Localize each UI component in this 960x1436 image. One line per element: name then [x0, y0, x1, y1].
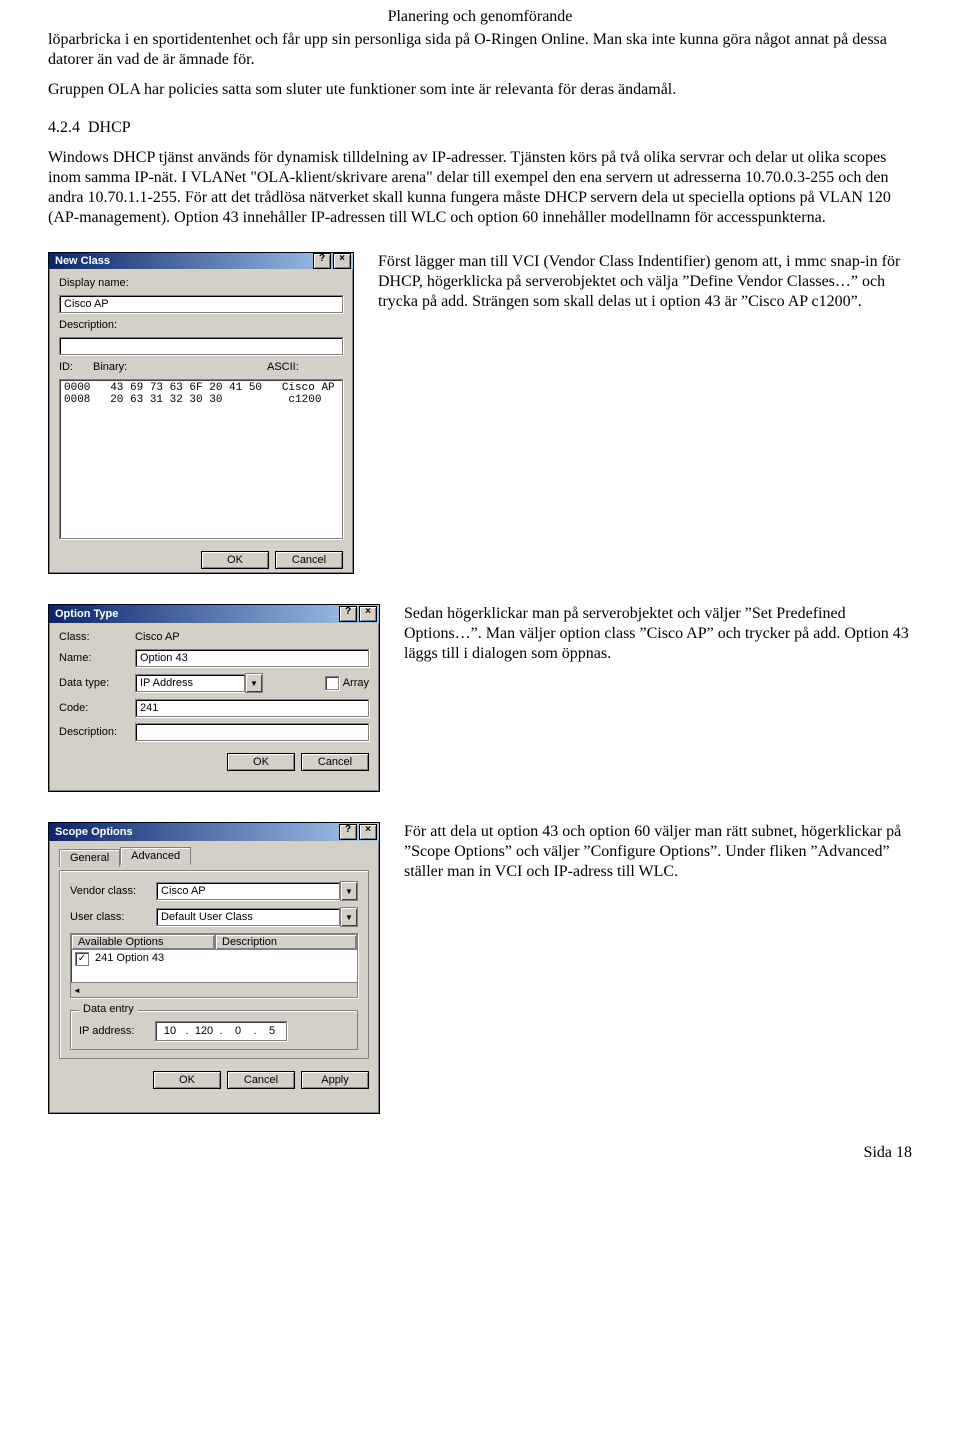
ok-button[interactable]: OK [227, 753, 295, 771]
dialog-title: Option Type [55, 608, 118, 620]
titlebar[interactable]: Scope Options ? × [49, 823, 379, 841]
tabs: General Advanced [59, 847, 369, 865]
data-entry-group: Data entry IP address: 10. 120. 0. 5 [70, 1010, 358, 1050]
dialog-option-type: Option Type ? × Class: Cisco AP Name: Op… [48, 604, 380, 792]
col-available[interactable]: Available Options [71, 934, 215, 950]
paragraph-3: Windows DHCP tjänst används för dynamisk… [48, 148, 912, 228]
datatype-select[interactable]: IP Address [135, 674, 245, 692]
caption-1: Först lägger man till VCI (Vendor Class … [378, 252, 912, 312]
caption-3: För att dela ut option 43 och option 60 … [404, 822, 912, 882]
cancel-button[interactable]: Cancel [227, 1071, 295, 1089]
tab-advanced[interactable]: Advanced [120, 847, 191, 865]
display-name-input[interactable]: Cisco AP [59, 295, 343, 313]
description-label: Description: [59, 319, 343, 331]
close-button[interactable]: × [333, 253, 351, 269]
ip-octet-4[interactable]: 5 [258, 1025, 286, 1037]
code-label: Code: [59, 702, 129, 714]
paragraph-1: löparbricka i en sportidentenhet och får… [48, 30, 912, 70]
code-input[interactable]: 241 [135, 699, 369, 717]
section-title: DHCP [88, 119, 131, 136]
description-label: Description: [59, 726, 129, 738]
help-button[interactable]: ? [339, 824, 357, 840]
vendor-class-select[interactable]: Cisco AP [156, 882, 340, 900]
binary-header: Binary: [93, 361, 267, 373]
ip-octet-1[interactable]: 10 [156, 1025, 184, 1037]
id-header: ID: [59, 361, 93, 373]
user-class-label: User class: [70, 911, 150, 923]
page-header: Planering och genomförande [48, 0, 912, 30]
user-class-select[interactable]: Default User Class [156, 908, 340, 926]
apply-button[interactable]: Apply [301, 1071, 369, 1089]
dialog-title: Scope Options [55, 826, 133, 838]
tab-panel-advanced: Vendor class: Cisco AP ▼ User class: Def… [59, 870, 369, 1059]
description-input[interactable] [135, 723, 369, 741]
class-value: Cisco AP [135, 631, 369, 643]
close-button[interactable]: × [359, 824, 377, 840]
name-label: Name: [59, 652, 129, 664]
cancel-button[interactable]: Cancel [275, 551, 343, 569]
name-input[interactable]: Option 43 [135, 649, 369, 667]
class-label: Class: [59, 631, 129, 643]
array-label: Array [343, 677, 369, 689]
ip-octet-2[interactable]: 120 [190, 1025, 218, 1037]
page-footer: Sida 18 [48, 1144, 912, 1162]
close-button[interactable]: × [359, 606, 377, 622]
titlebar[interactable]: New Class ? × [49, 253, 353, 269]
dialog-title: New Class [55, 255, 110, 267]
dropdown-arrow-icon[interactable]: ▼ [340, 881, 358, 901]
ok-button[interactable]: OK [153, 1071, 221, 1089]
help-button[interactable]: ? [339, 606, 357, 622]
ascii-header: ASCII: [267, 361, 299, 373]
section-number: 4.2.4 [48, 119, 80, 136]
dropdown-arrow-icon[interactable]: ▼ [340, 907, 358, 927]
data-entry-legend: Data entry [79, 1003, 138, 1015]
hex-editor[interactable]: 0000 43 69 73 63 6F 20 41 50 Cisco AP 00… [59, 379, 343, 539]
ip-octet-3[interactable]: 0 [224, 1025, 252, 1037]
ip-address-input[interactable]: 10. 120. 0. 5 [155, 1021, 287, 1041]
ip-address-label: IP address: [79, 1025, 149, 1037]
options-list-header: Available Options Description [71, 934, 357, 950]
hex-line-2: 0008 20 63 31 32 30 30 c1200 [64, 394, 321, 406]
cancel-button[interactable]: Cancel [301, 753, 369, 771]
help-button[interactable]: ? [313, 253, 331, 269]
tab-general[interactable]: General [59, 849, 120, 867]
caption-2: Sedan högerklickar man på serverobjektet… [404, 604, 912, 664]
body-text: löparbricka i en sportidentenhet och får… [48, 30, 912, 228]
option-checkbox[interactable]: ✓ [75, 952, 89, 966]
vendor-class-label: Vendor class: [70, 885, 150, 897]
options-list[interactable]: ✓ 241 Option 43 [71, 950, 357, 982]
dialog-new-class: New Class ? × Display name: Cisco AP Des… [48, 252, 354, 574]
hex-line-1: 0000 43 69 73 63 6F 20 41 50 Cisco AP [64, 382, 335, 394]
section-heading: 4.2.4 DHCP [48, 118, 912, 138]
horizontal-scrollbar[interactable] [71, 982, 357, 997]
datatype-label: Data type: [59, 677, 129, 689]
hex-header: ID: Binary: ASCII: [59, 361, 343, 373]
paragraph-2: Gruppen OLA har policies satta som slute… [48, 80, 912, 100]
array-checkbox[interactable]: Array [325, 676, 369, 690]
ok-button[interactable]: OK [201, 551, 269, 569]
col-description[interactable]: Description [215, 934, 357, 950]
display-name-label: Display name: [59, 277, 343, 289]
option-row-label: 241 Option 43 [95, 952, 164, 964]
dropdown-arrow-icon[interactable]: ▼ [245, 673, 263, 693]
description-input[interactable] [59, 337, 343, 355]
titlebar[interactable]: Option Type ? × [49, 605, 379, 623]
dialog-scope-options: Scope Options ? × General Advanced Vendo… [48, 822, 380, 1114]
